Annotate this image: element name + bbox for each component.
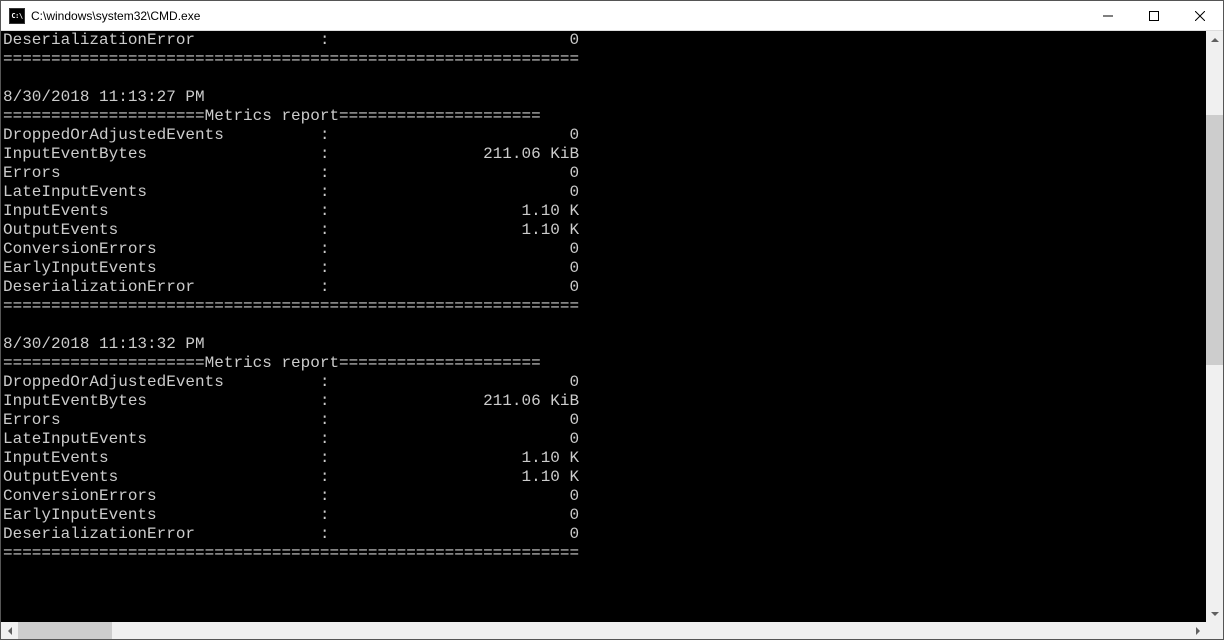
minimize-button[interactable] bbox=[1085, 1, 1131, 30]
close-button[interactable] bbox=[1177, 1, 1223, 30]
horizontal-scrollbar[interactable] bbox=[1, 622, 1206, 639]
cmd-window: C:\ C:\windows\system32\CMD.exe Deserial… bbox=[0, 0, 1224, 640]
scroll-left-button[interactable] bbox=[1, 622, 18, 639]
vertical-scrollbar[interactable] bbox=[1206, 31, 1223, 622]
scroll-up-button[interactable] bbox=[1206, 31, 1223, 48]
scroll-right-button[interactable] bbox=[1189, 622, 1206, 639]
scrollbar-corner bbox=[1206, 622, 1223, 639]
titlebar[interactable]: C:\ C:\windows\system32\CMD.exe bbox=[1, 1, 1223, 31]
cmd-icon: C:\ bbox=[9, 8, 25, 24]
vertical-scroll-track[interactable] bbox=[1206, 48, 1223, 605]
window-title: C:\windows\system32\CMD.exe bbox=[31, 9, 1085, 23]
console-area: DeserializationError : 0 ===============… bbox=[1, 31, 1223, 622]
cmd-icon-text: C:\ bbox=[11, 12, 22, 20]
vertical-scroll-thumb[interactable] bbox=[1206, 115, 1223, 366]
maximize-button[interactable] bbox=[1131, 1, 1177, 30]
horizontal-scroll-track[interactable] bbox=[18, 622, 1189, 639]
horizontal-scroll-thumb[interactable] bbox=[18, 622, 112, 639]
console-output[interactable]: DeserializationError : 0 ===============… bbox=[1, 31, 1206, 622]
scroll-down-button[interactable] bbox=[1206, 605, 1223, 622]
window-controls bbox=[1085, 1, 1223, 30]
